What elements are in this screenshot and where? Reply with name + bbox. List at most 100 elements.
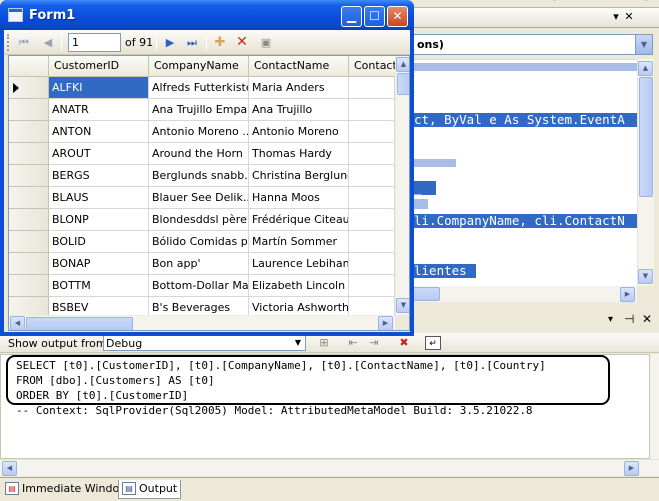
- grid-cell[interactable]: Thomas Hardy: [249, 143, 349, 165]
- save-icon[interactable]: ▣: [258, 35, 274, 50]
- grid-cell[interactable]: Alfreds Futterkiste: [149, 77, 249, 99]
- scroll-up-icon[interactable]: ▲: [638, 61, 653, 76]
- grid-cell[interactable]: Berglunds snabb...: [149, 165, 249, 187]
- grid-cell[interactable]: Around the Horn: [149, 143, 249, 165]
- row-header[interactable]: [9, 77, 49, 99]
- table-row[interactable]: BOLID Bólido Comidas p... Martín Sommer: [9, 231, 395, 253]
- word-wrap-icon[interactable]: ↵: [425, 336, 441, 350]
- close-button[interactable]: ✕: [387, 6, 408, 27]
- tab-output[interactable]: ▤ Output: [118, 480, 182, 499]
- scrollbar-thumb[interactable]: [639, 77, 653, 197]
- pin-icon[interactable]: ⊣: [624, 312, 634, 326]
- window-position-icon[interactable]: ▾: [609, 10, 623, 24]
- move-next-icon[interactable]: ▶: [162, 35, 178, 50]
- minimize-button[interactable]: ▁: [341, 6, 362, 27]
- row-header[interactable]: [9, 165, 49, 187]
- member-combo[interactable]: ons) ▼: [412, 34, 653, 55]
- grid-cell[interactable]: Blauer See Delik...: [149, 187, 249, 209]
- table-row[interactable]: BLAUS Blauer See Delik... Hanna Moos: [9, 187, 395, 209]
- customers-grid[interactable]: CustomerID CompanyName ContactName Conta…: [8, 55, 410, 331]
- grid-cell[interactable]: [349, 187, 395, 209]
- scroll-right-icon[interactable]: ▶: [620, 287, 635, 302]
- move-first-icon[interactable]: ⏮: [16, 35, 32, 50]
- grid-cell[interactable]: Ana Trujillo Empa...: [149, 99, 249, 121]
- grid-cell[interactable]: [349, 143, 395, 165]
- grid-cell[interactable]: AROUT: [49, 143, 149, 165]
- chevron-down-icon[interactable]: ▾: [644, 0, 649, 4]
- grid-cell[interactable]: [349, 77, 395, 99]
- scrollbar-thumb[interactable]: [412, 287, 440, 301]
- grid-cell[interactable]: [349, 165, 395, 187]
- grid-cell[interactable]: [349, 253, 395, 275]
- output-source-select[interactable]: Debug ▼: [103, 335, 306, 351]
- close-icon[interactable]: ✕: [642, 312, 652, 326]
- table-row[interactable]: BONAP Bon app' Laurence Lebihan: [9, 253, 395, 275]
- grid-cell[interactable]: ANATR: [49, 99, 149, 121]
- editor-horizontal-scrollbar[interactable]: ▶: [412, 286, 637, 302]
- row-header[interactable]: [9, 143, 49, 165]
- next-message-icon[interactable]: ⇥: [366, 336, 382, 350]
- grid-cell[interactable]: [349, 121, 395, 143]
- grid-cell[interactable]: BERGS: [49, 165, 149, 187]
- row-header[interactable]: [9, 187, 49, 209]
- output-vertical-scrollbar[interactable]: [650, 354, 659, 459]
- add-new-icon[interactable]: ✚: [212, 35, 228, 50]
- output-horizontal-scrollbar[interactable]: ◀ ▶: [0, 459, 659, 476]
- grid-cell[interactable]: ANTON: [49, 121, 149, 143]
- row-header[interactable]: [9, 275, 49, 297]
- grid-cell[interactable]: Elizabeth Lincoln: [249, 275, 349, 297]
- grid-cell[interactable]: Frédérique Citeaux: [249, 209, 349, 231]
- table-row[interactable]: ANTON Antonio Moreno ... Antonio Moreno: [9, 121, 395, 143]
- scroll-left-icon[interactable]: ◀: [2, 461, 17, 476]
- row-header[interactable]: [9, 121, 49, 143]
- grid-cell[interactable]: Bottom-Dollar Ma...: [149, 275, 249, 297]
- grid-horizontal-scrollbar[interactable]: ◀ ▶: [9, 315, 395, 330]
- scroll-down-icon[interactable]: ▼: [396, 298, 409, 313]
- scroll-left-icon[interactable]: ◀: [10, 316, 25, 330]
- previous-message-icon[interactable]: ⇤: [345, 336, 361, 350]
- grid-cell[interactable]: BLONP: [49, 209, 149, 231]
- grid-vertical-scrollbar[interactable]: ▲ ▼: [395, 56, 409, 315]
- grid-cell[interactable]: Maria Anders: [249, 77, 349, 99]
- table-row[interactable]: BERGS Berglunds snabb... Christina Berglun…: [9, 165, 395, 187]
- row-header[interactable]: [9, 209, 49, 231]
- grid-cell[interactable]: [349, 231, 395, 253]
- grid-cell[interactable]: Ana Trujillo: [249, 99, 349, 121]
- table-row[interactable]: BOTTM Bottom-Dollar Ma... Elizabeth Lincol…: [9, 275, 395, 297]
- move-previous-icon[interactable]: ◀: [40, 35, 56, 50]
- grid-cell[interactable]: Bólido Comidas p...: [149, 231, 249, 253]
- table-row[interactable]: AROUT Around the Horn Thomas Hardy: [9, 143, 395, 165]
- scrollbar-thumb[interactable]: [397, 73, 409, 95]
- tab-immediate-window[interactable]: ▤ Immediate Window: [2, 480, 131, 499]
- title-bar[interactable]: Form1 ▁ ☐ ✕: [0, 0, 414, 30]
- maximize-button[interactable]: ☐: [364, 6, 385, 27]
- table-row[interactable]: ALFKI Alfreds Futterkiste Maria Anders: [9, 77, 395, 99]
- grid-cell[interactable]: BLAUS: [49, 187, 149, 209]
- scroll-right-icon[interactable]: ▶: [378, 316, 393, 330]
- grid-cell[interactable]: Antonio Moreno: [249, 121, 349, 143]
- clear-all-icon[interactable]: ✖: [396, 336, 412, 350]
- grid-cell[interactable]: [349, 99, 395, 121]
- chevron-down-icon[interactable]: ▼: [291, 336, 305, 350]
- row-header[interactable]: [9, 253, 49, 275]
- find-source-icon[interactable]: ⊞: [316, 336, 332, 350]
- grid-cell[interactable]: Laurence Lebihan: [249, 253, 349, 275]
- row-header[interactable]: [9, 99, 49, 121]
- chevron-down-icon[interactable]: ▾: [552, 0, 557, 4]
- grid-cell[interactable]: Blondesddsl père...: [149, 209, 249, 231]
- grid-cell[interactable]: Martín Sommer: [249, 231, 349, 253]
- window-position-icon[interactable]: ▾: [608, 314, 613, 325]
- grid-cell[interactable]: BOLID: [49, 231, 149, 253]
- editor-vertical-scrollbar[interactable]: ▲ ▼: [637, 59, 654, 287]
- delete-icon[interactable]: ✕: [234, 35, 250, 50]
- grid-cell[interactable]: Bon app': [149, 253, 249, 275]
- grid-cell[interactable]: [349, 209, 395, 231]
- column-header[interactable]: Contact: [349, 56, 395, 76]
- table-row[interactable]: BLONP Blondesddsl père... Frédérique Citea…: [9, 209, 395, 231]
- scroll-up-icon[interactable]: ▲: [396, 57, 409, 72]
- toolbar-grip[interactable]: [7, 34, 10, 51]
- grid-cell[interactable]: Antonio Moreno ...: [149, 121, 249, 143]
- grid-cell[interactable]: ALFKI: [49, 77, 149, 99]
- chevron-down-icon[interactable]: ▼: [635, 35, 652, 54]
- grid-cell[interactable]: Hanna Moos: [249, 187, 349, 209]
